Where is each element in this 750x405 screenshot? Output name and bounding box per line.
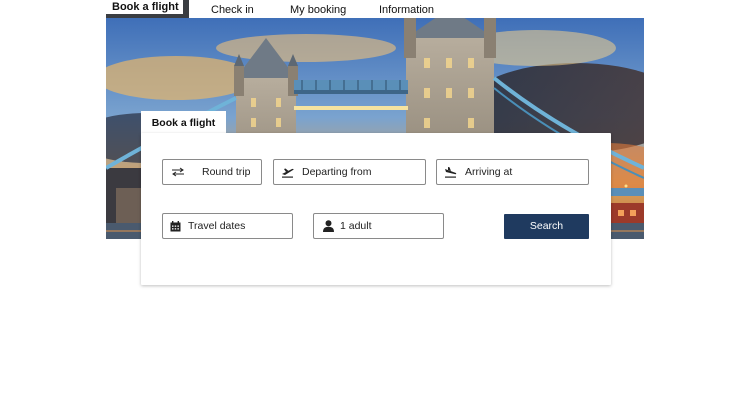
arriving-at-placeholder: Arriving at [465, 166, 513, 178]
top-navigation: Book a flight Check in My booking Inform… [106, 0, 644, 21]
nav-information[interactable]: Information [379, 0, 434, 20]
travel-dates-placeholder: Travel dates [188, 220, 246, 232]
trip-type-select[interactable]: Round trip [162, 159, 262, 185]
plane-landing-icon [444, 160, 457, 184]
passengers-value: 1 adult [340, 220, 372, 232]
plane-takeoff-icon [281, 160, 294, 184]
trip-type-value: Round trip [202, 166, 251, 178]
nav-check-in[interactable]: Check in [211, 0, 254, 20]
nav-my-booking[interactable]: My booking [290, 0, 346, 20]
swap-arrows-icon [171, 160, 185, 184]
person-icon [323, 214, 334, 238]
passengers-field[interactable]: 1 adult [313, 213, 444, 239]
travel-dates-field[interactable]: Travel dates [162, 213, 293, 239]
arriving-at-field[interactable]: Arriving at [436, 159, 589, 185]
departing-from-field[interactable]: Departing from [273, 159, 426, 185]
calendar-icon [170, 214, 181, 238]
nav-label: Book a flight [106, 0, 183, 14]
card-tab-book-a-flight[interactable]: Book a flight [141, 111, 226, 135]
booking-card [141, 133, 611, 285]
search-button[interactable]: Search [504, 214, 589, 239]
departing-from-placeholder: Departing from [302, 166, 372, 178]
